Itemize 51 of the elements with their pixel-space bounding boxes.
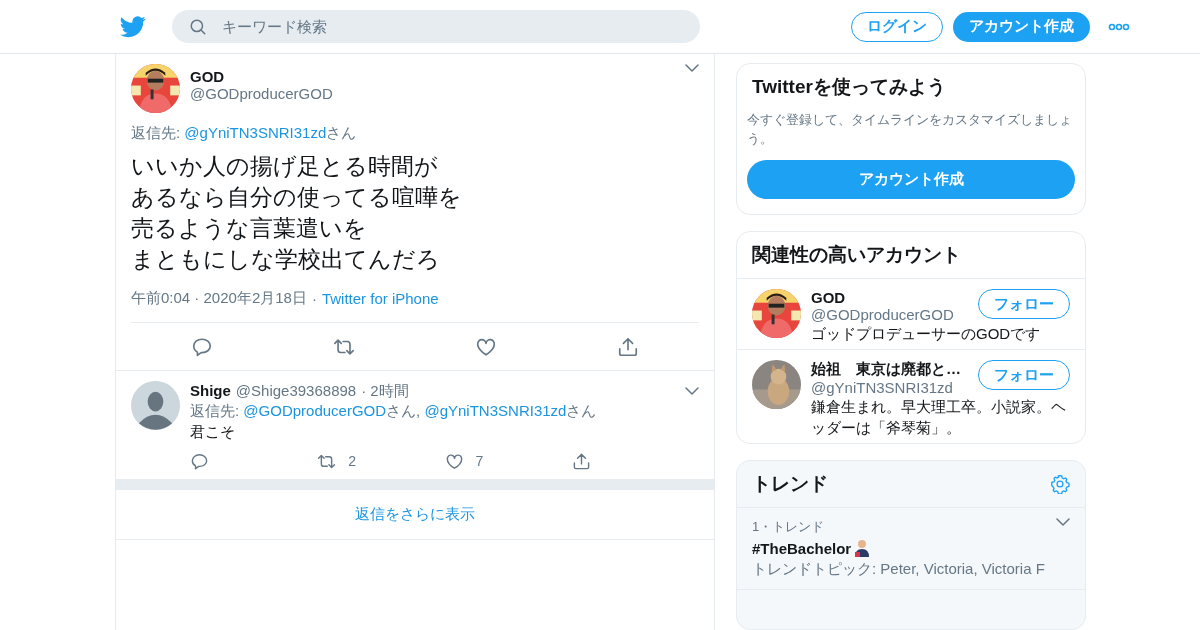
chevron-down-icon[interactable] xyxy=(685,64,699,73)
follow-button[interactable]: フォロー xyxy=(978,360,1070,390)
source-link[interactable]: Twitter for iPhone xyxy=(321,290,439,307)
follow-button[interactable]: フォロー xyxy=(978,289,1070,319)
more-icon[interactable] xyxy=(1108,22,1130,31)
mention-link[interactable]: @GODproducerGOD xyxy=(243,402,387,419)
share-icon[interactable] xyxy=(571,451,591,471)
card-title: トレンド xyxy=(751,472,829,496)
tweet-text: いいか人の揚げ足とる時間が あるなら自分の使ってる喧嘩を 売るような言葉遣いを まともにしな学校出てんだろ xyxy=(131,152,463,274)
user-handle: @Shige39368898 xyxy=(235,382,357,399)
account-bio: 鎌倉生まれ。早大理工卒。小説家。ヘッダーは「斧琴菊」。 xyxy=(811,397,1067,438)
chevron-down-icon[interactable] xyxy=(1056,518,1070,527)
bird-logo-icon[interactable] xyxy=(120,15,146,38)
login-button[interactable]: ログイン xyxy=(851,11,943,42)
separator-dot: · xyxy=(311,290,317,307)
search-icon xyxy=(189,18,207,36)
account-name: 始祖 東京は廃都と… xyxy=(811,360,962,379)
account-name: GOD xyxy=(811,289,847,306)
chevron-down-icon[interactable] xyxy=(685,387,699,396)
user-handle: @GODproducerGOD xyxy=(190,85,334,102)
mention-link[interactable]: @gYniTN3SNRI31zd xyxy=(184,124,327,141)
retweet-count: 2 xyxy=(348,453,357,469)
user-name: GOD xyxy=(190,68,226,85)
person-icon xyxy=(853,539,872,557)
account-handle: @gYniTN3SNRI31zd xyxy=(811,379,954,396)
tweet-text: 君こそ xyxy=(190,422,236,442)
reply-to-text: 返信先: @gYniTN3SNRI31zdさん xyxy=(131,123,358,143)
tweet-time: · 2時間 xyxy=(361,382,410,401)
signup-button[interactable]: アカウント作成 xyxy=(953,11,1090,42)
signup-button[interactable]: アカウント作成 xyxy=(747,160,1075,199)
share-icon[interactable] xyxy=(617,335,639,358)
tweet-time: 午前0:04 · 2020年2月18日 xyxy=(131,289,307,308)
reply-to-text: 返信先: @GODproducerGODさん, @gYniTN3SNRI31zdさん xyxy=(190,401,598,421)
card-title: 関連性の高いアカウント xyxy=(751,243,962,267)
card-title: Twitterを使ってみよう xyxy=(751,75,947,99)
card-text: 今すぐ登録して、タイムラインをカスタマイズしましょう。 xyxy=(746,111,1073,148)
heart-icon[interactable] xyxy=(444,451,464,471)
avatar-icon xyxy=(131,381,180,430)
trend-rank: 1・トレンド xyxy=(752,518,826,536)
reply-icon[interactable] xyxy=(190,451,209,471)
account-bio: ゴッドプロデューサーのGODです xyxy=(811,324,1042,344)
settings-icon[interactable] xyxy=(1050,474,1070,494)
trend-name[interactable]: #TheBachelor xyxy=(752,539,852,557)
reply-icon[interactable] xyxy=(191,335,213,358)
like-count: 7 xyxy=(475,453,484,469)
trend-topics: トレンドトピック: Peter, Victoria, Victoria F xyxy=(752,560,1046,579)
show-more-link[interactable]: 返信をさらに表示 xyxy=(116,490,714,540)
mention-link[interactable]: @gYniTN3SNRI31zd xyxy=(424,402,567,419)
account-handle: @GODproducerGOD xyxy=(811,306,955,323)
search-field[interactable]: キーワード検索 xyxy=(172,10,700,43)
user-name: Shige xyxy=(190,382,231,399)
